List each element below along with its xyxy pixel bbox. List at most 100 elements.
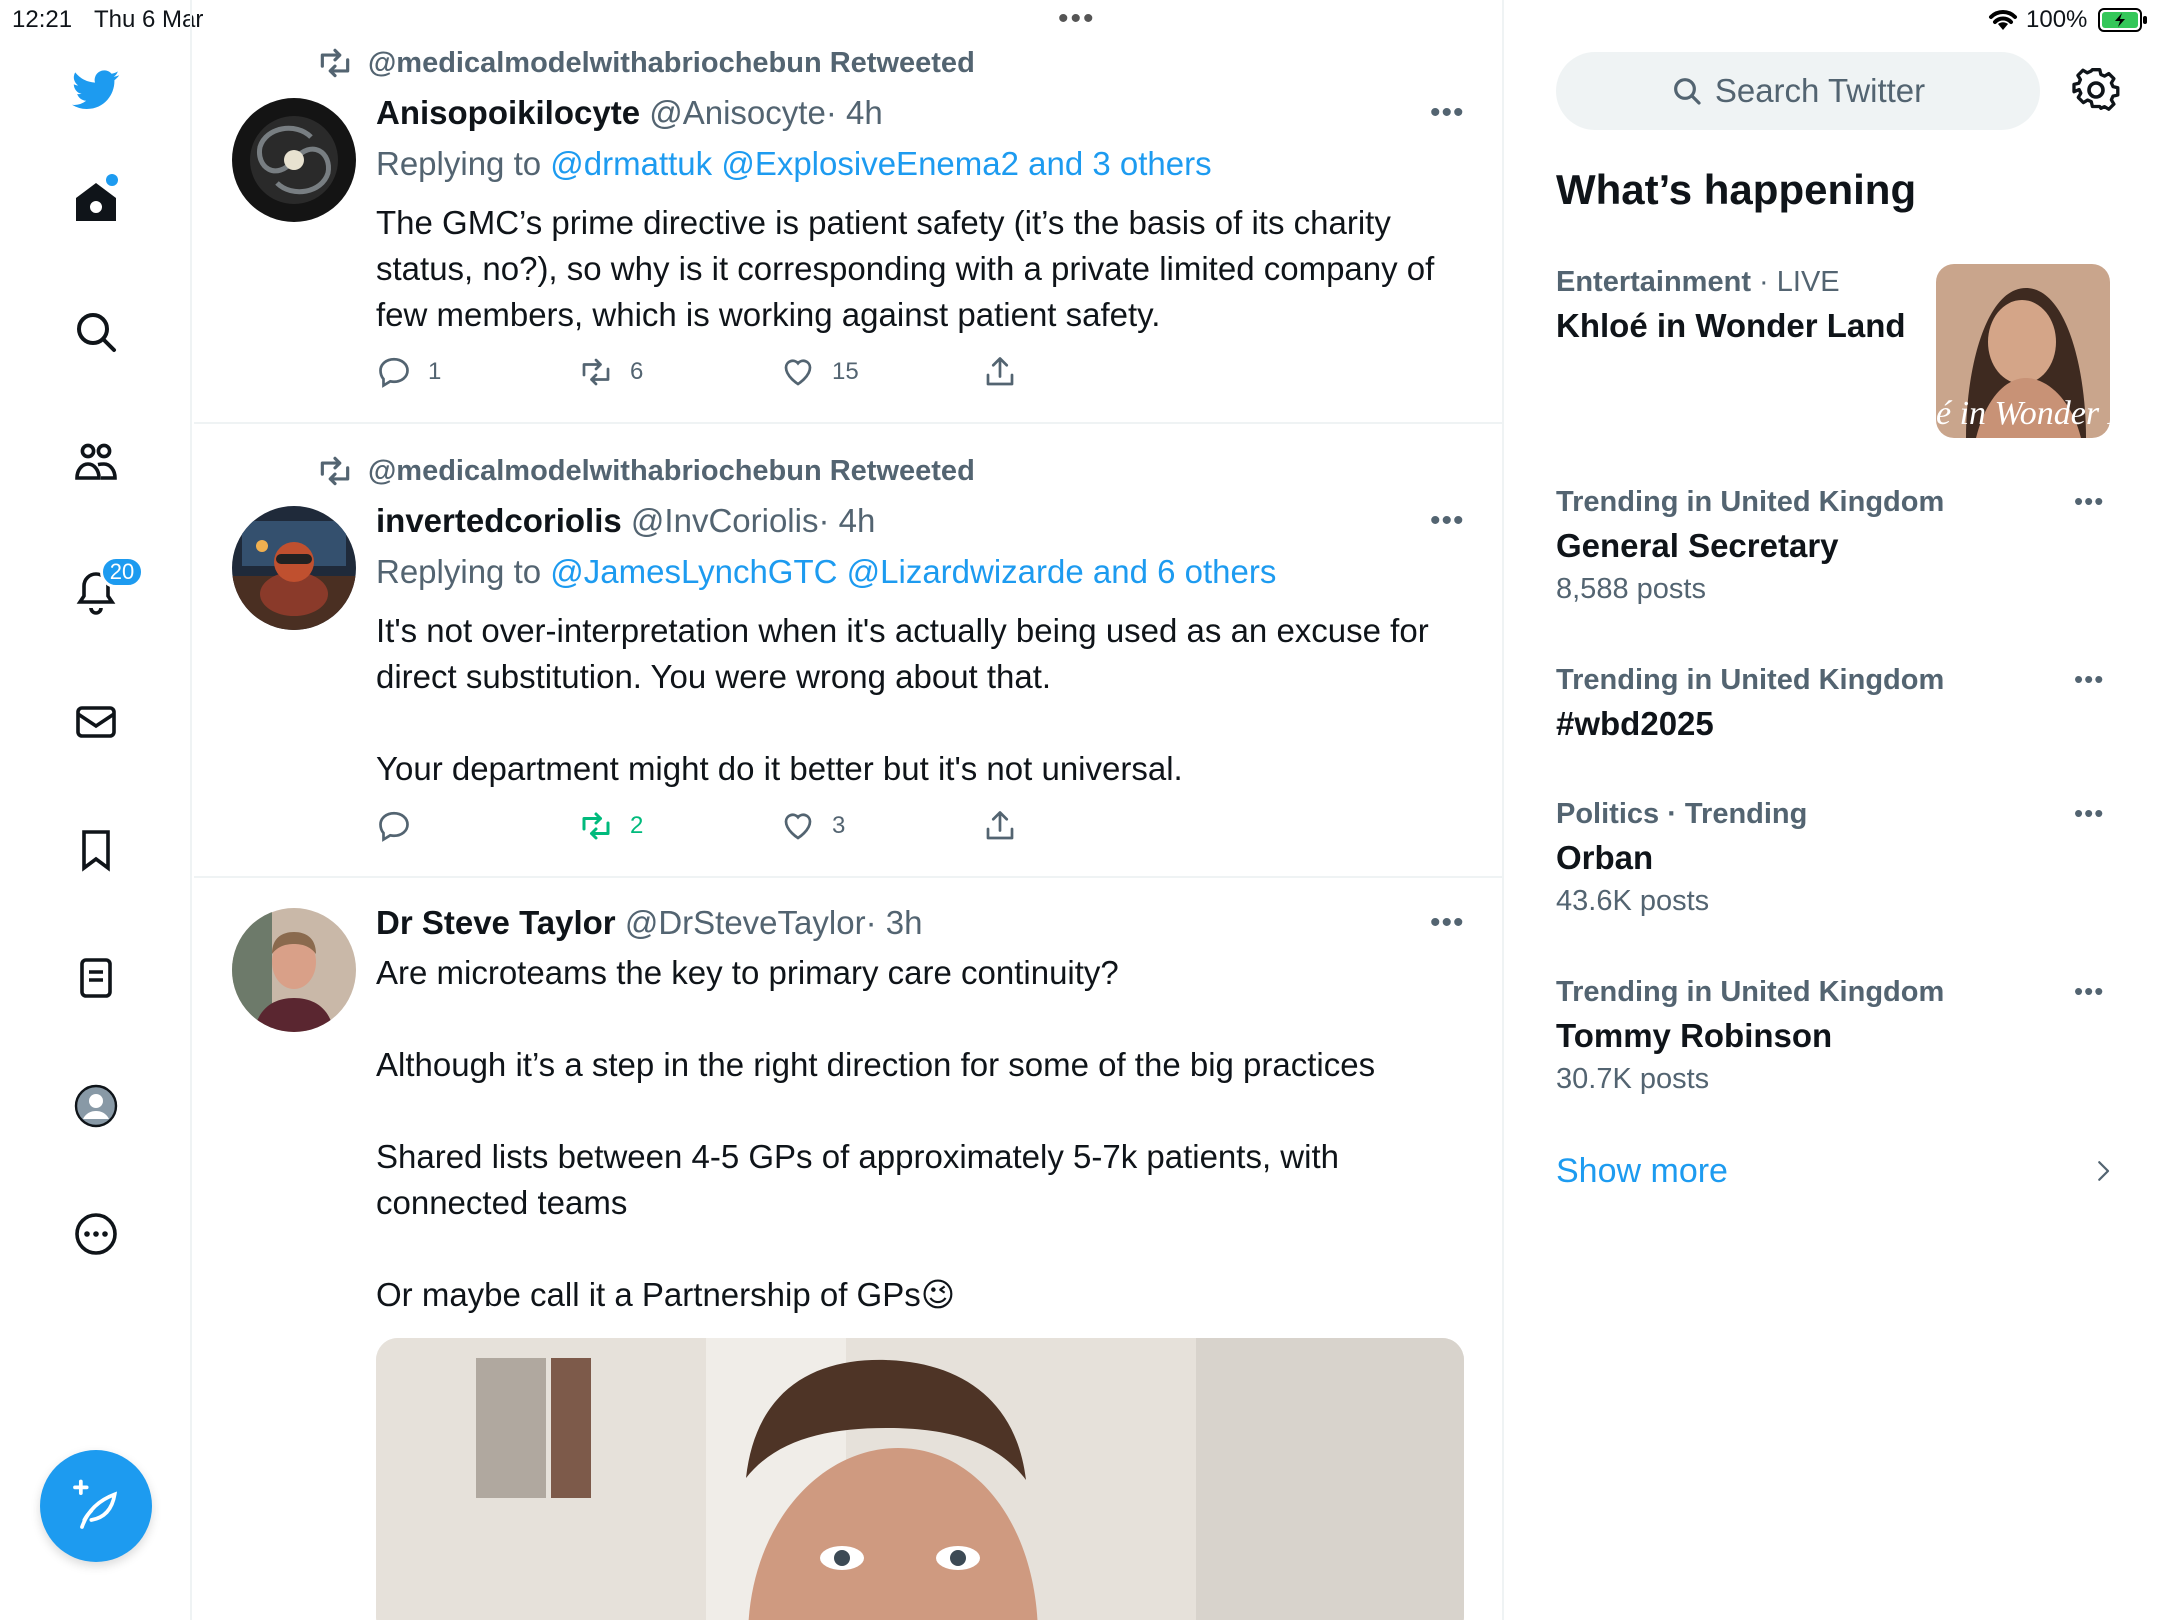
notifications-badge: 20 [100, 556, 144, 588]
reply-count: 1 [428, 358, 442, 385]
tweet-paragraph: Your department might do it better but i… [376, 750, 1183, 787]
replying-to-links[interactable]: @JamesLynchGTC @Lizardwizarde and 6 othe… [550, 553, 1276, 590]
tweet-more-icon[interactable]: ••• [1430, 906, 1465, 940]
retweet-button[interactable]: 2 [578, 808, 643, 844]
more-circle-icon [75, 1213, 117, 1255]
trend-category: Trending in United Kingdom [1556, 664, 1945, 696]
character-avatar-image [232, 506, 356, 630]
retweet-count: 2 [630, 812, 644, 839]
tweet-time: · 4h [818, 502, 876, 539]
author-name[interactable]: Dr Steve Taylor [376, 904, 616, 941]
tweet-media-image[interactable] [376, 1338, 1464, 1620]
reply-icon [379, 811, 409, 842]
trend-title: Orban [1556, 839, 1654, 876]
chevron-right-icon [2098, 1161, 2110, 1181]
trend-more-icon[interactable]: ••• [2074, 486, 2104, 517]
replying-to: Replying to @drmattuk @ExplosiveEnema2 a… [376, 145, 1212, 183]
list-icon [80, 958, 112, 998]
retweet-icon [582, 812, 610, 840]
compose-tweet-button[interactable] [40, 1450, 152, 1562]
tweet-text: It's not over-interpretation when it's a… [376, 608, 1456, 792]
share-button[interactable] [982, 808, 1018, 844]
replying-prefix: Replying to [376, 145, 542, 182]
share-button[interactable] [982, 354, 1018, 390]
share-icon [986, 811, 1014, 840]
replying-to-links[interactable]: @drmattuk @ExplosiveEnema2 and 3 others [550, 145, 1211, 182]
twitter-logo[interactable] [66, 60, 126, 120]
nav-communities[interactable] [66, 432, 126, 492]
reply-button[interactable] [376, 808, 428, 844]
trend-title: General Secretary [1556, 527, 1839, 564]
nav-bookmarks[interactable] [66, 820, 126, 880]
author-handle[interactable]: @DrSteveTaylor [625, 904, 866, 941]
nav-messages[interactable] [66, 692, 126, 752]
search-icon [1673, 78, 1701, 105]
author-name[interactable]: invertedcoriolis [376, 502, 622, 539]
share-icon [986, 357, 1014, 386]
retweet-button[interactable]: 6 [578, 354, 643, 390]
author-name[interactable]: Anisopoikilocyte [376, 94, 640, 131]
tweet[interactable]: @medicalmodelwithabriochebun Retweeted A… [194, 0, 1502, 424]
tweet[interactable]: @medicalmodelwithabriochebun Retweeted i… [194, 424, 1502, 878]
khloe-cover-image: é in Wonder L [1936, 264, 2110, 438]
like-count: 3 [832, 812, 846, 839]
nav-explore[interactable] [66, 302, 126, 362]
left-navigation: 20 [0, 0, 192, 1620]
avatar[interactable] [232, 908, 356, 1032]
trend-live-label: · LIVE [1759, 266, 1840, 298]
replying-to: Replying to @JamesLynchGTC @Lizardwizard… [376, 553, 1276, 591]
show-more-link[interactable]: Show more [1556, 1152, 1728, 1191]
compose-icon [73, 1479, 118, 1529]
trend-item[interactable]: Trending in United Kingdom #wbd2025 [1556, 664, 2116, 743]
tweet-paragraph: Are microteams the key to primary care c… [376, 954, 1119, 991]
nav-lists[interactable] [66, 948, 126, 1008]
right-sidebar: Search Twitter What’s happening Entertai… [1506, 0, 2160, 1620]
heart-icon [784, 359, 812, 386]
retweet-context: @medicalmodelwithabriochebun Retweeted [316, 44, 975, 82]
trend-more-icon[interactable]: ••• [2074, 976, 2104, 1007]
tweet-paragraph: The GMC’s prime directive is patient saf… [376, 204, 1435, 333]
reply-button[interactable]: 1 [376, 354, 441, 390]
bookmark-icon [82, 830, 110, 872]
avatar[interactable] [232, 98, 356, 222]
tweet-paragraph: It's not over-interpretation when it's a… [376, 612, 1429, 695]
tweet-more-icon[interactable]: ••• [1430, 96, 1465, 130]
retweet-icon [582, 358, 610, 386]
trend-more-icon[interactable]: ••• [2074, 664, 2104, 695]
trend-category-name: Entertainment [1556, 266, 1751, 298]
author-handle[interactable]: @Anisocyte [649, 94, 826, 131]
trend-post-count: 30.7K posts [1556, 1063, 1710, 1095]
person-avatar-image [232, 908, 356, 1032]
tweet-more-icon[interactable]: ••• [1430, 504, 1465, 538]
like-button[interactable]: 3 [780, 808, 845, 844]
author-handle[interactable]: @InvCoriolis [631, 502, 819, 539]
trend-more-icon[interactable]: ••• [2074, 798, 2104, 829]
heart-icon [784, 813, 812, 840]
search-placeholder: Search Twitter [1714, 72, 1926, 109]
trend-image[interactable]: é in Wonder L [1936, 264, 2110, 438]
timeline-feed[interactable]: @medicalmodelwithabriochebun Retweeted A… [194, 0, 1504, 1620]
trend-post-count: 8,588 posts [1556, 573, 1706, 605]
search-input[interactable]: Search Twitter [1556, 52, 2040, 130]
trend-item[interactable]: Politics · Trending Orban 43.6K posts [1556, 798, 2116, 918]
nav-profile[interactable] [66, 1076, 126, 1136]
smiling-man-photo [376, 1338, 1464, 1620]
trend-item[interactable]: Trending in United Kingdom General Secre… [1556, 486, 2116, 606]
trend-item[interactable]: Trending in United Kingdom Tommy Robinso… [1556, 976, 2116, 1096]
gear-icon[interactable] [2072, 66, 2120, 114]
twitter-bird-icon [72, 70, 120, 110]
like-count: 15 [832, 358, 859, 385]
tweet-time: · 3h [865, 904, 923, 941]
galaxy-avatar-image [232, 98, 356, 222]
trend-category: Politics · Trending [1556, 798, 1808, 830]
replying-prefix: Replying to [376, 553, 542, 590]
profile-icon [74, 1084, 118, 1128]
trend-category: Trending in United Kingdom [1556, 976, 1945, 1008]
avatar[interactable] [232, 506, 356, 630]
trend-post-count: 43.6K posts [1556, 885, 1710, 917]
nav-more[interactable] [66, 1204, 126, 1264]
retweet-count: 6 [630, 358, 644, 385]
trend-category: Trending in United Kingdom [1556, 486, 1945, 518]
like-button[interactable]: 15 [780, 354, 859, 390]
reply-icon [379, 357, 409, 388]
